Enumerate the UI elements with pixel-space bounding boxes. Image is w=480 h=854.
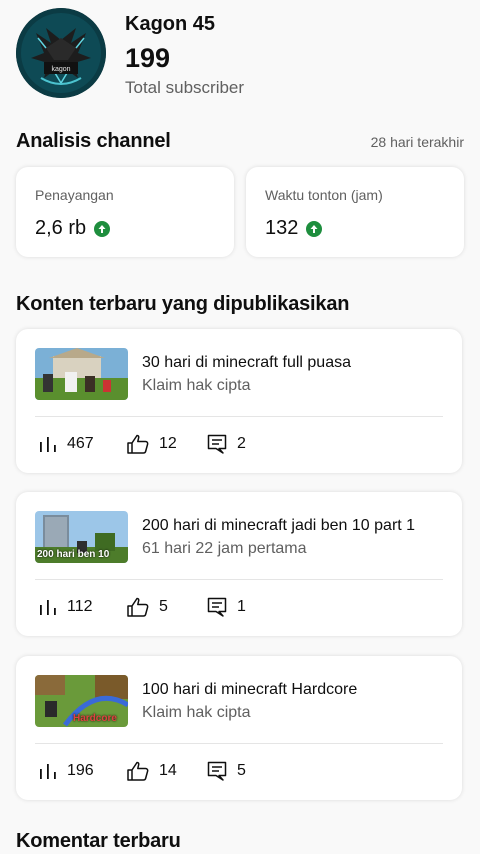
- stat-card-watch-time[interactable]: Waktu tonton (jam) 132: [246, 167, 464, 257]
- video-status: 61 hari 22 jam pertama: [142, 540, 307, 557]
- channel-header: kagon Kagon 45 199 Total subscriber: [0, 0, 480, 110]
- channel-name: Kagon 45: [125, 13, 216, 35]
- recent-comments-title: Komentar terbaru: [16, 830, 181, 852]
- video-title: 30 hari di minecraft full puasa: [142, 354, 351, 371]
- thumbnail-text: 200 hari ben 10: [37, 549, 110, 560]
- bar-chart-icon: [39, 436, 57, 452]
- video-status: Klaim hak cipta: [142, 377, 251, 394]
- video-metrics: 196 14 5: [16, 744, 462, 781]
- video-title: 200 hari di minecraft jadi ben 10 part 1: [142, 517, 416, 534]
- video-thumbnail[interactable]: 200 hari ben 10: [35, 511, 128, 563]
- comment-icon: [207, 597, 227, 617]
- analytics-title: Analisis channel: [16, 130, 171, 152]
- views-count: 112: [67, 598, 93, 615]
- video-thumbnail[interactable]: Hardcore: [35, 675, 128, 727]
- video-thumbnail[interactable]: [35, 348, 128, 400]
- channel-avatar[interactable]: kagon: [16, 8, 106, 98]
- video-metrics: 112 5 1: [16, 580, 462, 617]
- comment-icon: [207, 761, 227, 781]
- stat-value: 132: [265, 217, 299, 239]
- period-label: 28 hari terakhir: [370, 134, 464, 150]
- channel-info: Kagon 45 199 Total subscriber: [125, 8, 244, 98]
- analytics-header: Analisis channel 28 hari terakhir: [0, 130, 480, 153]
- video-card[interactable]: 30 hari di minecraft full puasa Klaim ha…: [16, 329, 462, 473]
- likes-count: 12: [159, 435, 177, 452]
- thumbs-up-icon: [127, 597, 149, 617]
- stat-value: 2,6 rb: [35, 217, 87, 239]
- avatar-text: kagon: [51, 66, 70, 73]
- trend-up-icon: [306, 220, 323, 237]
- thumbs-up-icon: [127, 761, 149, 781]
- stats-row: Penayangan 2,6 rb Waktu tonton (jam) 132: [0, 167, 480, 257]
- thumbs-up-icon: [127, 434, 149, 454]
- recent-content-header: Konten terbaru yang dipublikasikan: [0, 293, 480, 316]
- video-title: 100 hari di minecraft Hardcore: [142, 681, 358, 698]
- likes-count: 14: [159, 762, 177, 779]
- subscriber-label: Total subscriber: [125, 78, 245, 97]
- bar-chart-icon: [39, 599, 57, 615]
- video-status: Klaim hak cipta: [142, 704, 251, 721]
- video-card[interactable]: 200 hari ben 10 200 hari di minecraft ja…: [16, 492, 462, 636]
- trend-up-icon: [94, 220, 111, 237]
- video-metrics: 467 12 2: [16, 417, 462, 454]
- comments-count: 5: [237, 762, 246, 779]
- dragon-logo-icon: kagon: [16, 8, 106, 98]
- views-count: 467: [67, 435, 94, 452]
- comments-count: 1: [237, 598, 246, 615]
- stat-card-views[interactable]: Penayangan 2,6 rb: [16, 167, 234, 257]
- comment-icon: [207, 434, 227, 454]
- comments-count: 2: [237, 435, 246, 452]
- recent-content-title: Konten terbaru yang dipublikasikan: [16, 293, 350, 315]
- stat-label: Penayangan: [35, 187, 114, 203]
- thumbnail-text: Hardcore: [73, 713, 117, 724]
- views-count: 196: [67, 762, 94, 779]
- bar-chart-icon: [39, 763, 57, 779]
- stat-label: Waktu tonton (jam): [265, 187, 383, 203]
- subscriber-count: 199: [125, 43, 171, 73]
- likes-count: 5: [159, 598, 168, 615]
- video-card[interactable]: Hardcore 100 hari di minecraft Hardcore …: [16, 656, 462, 800]
